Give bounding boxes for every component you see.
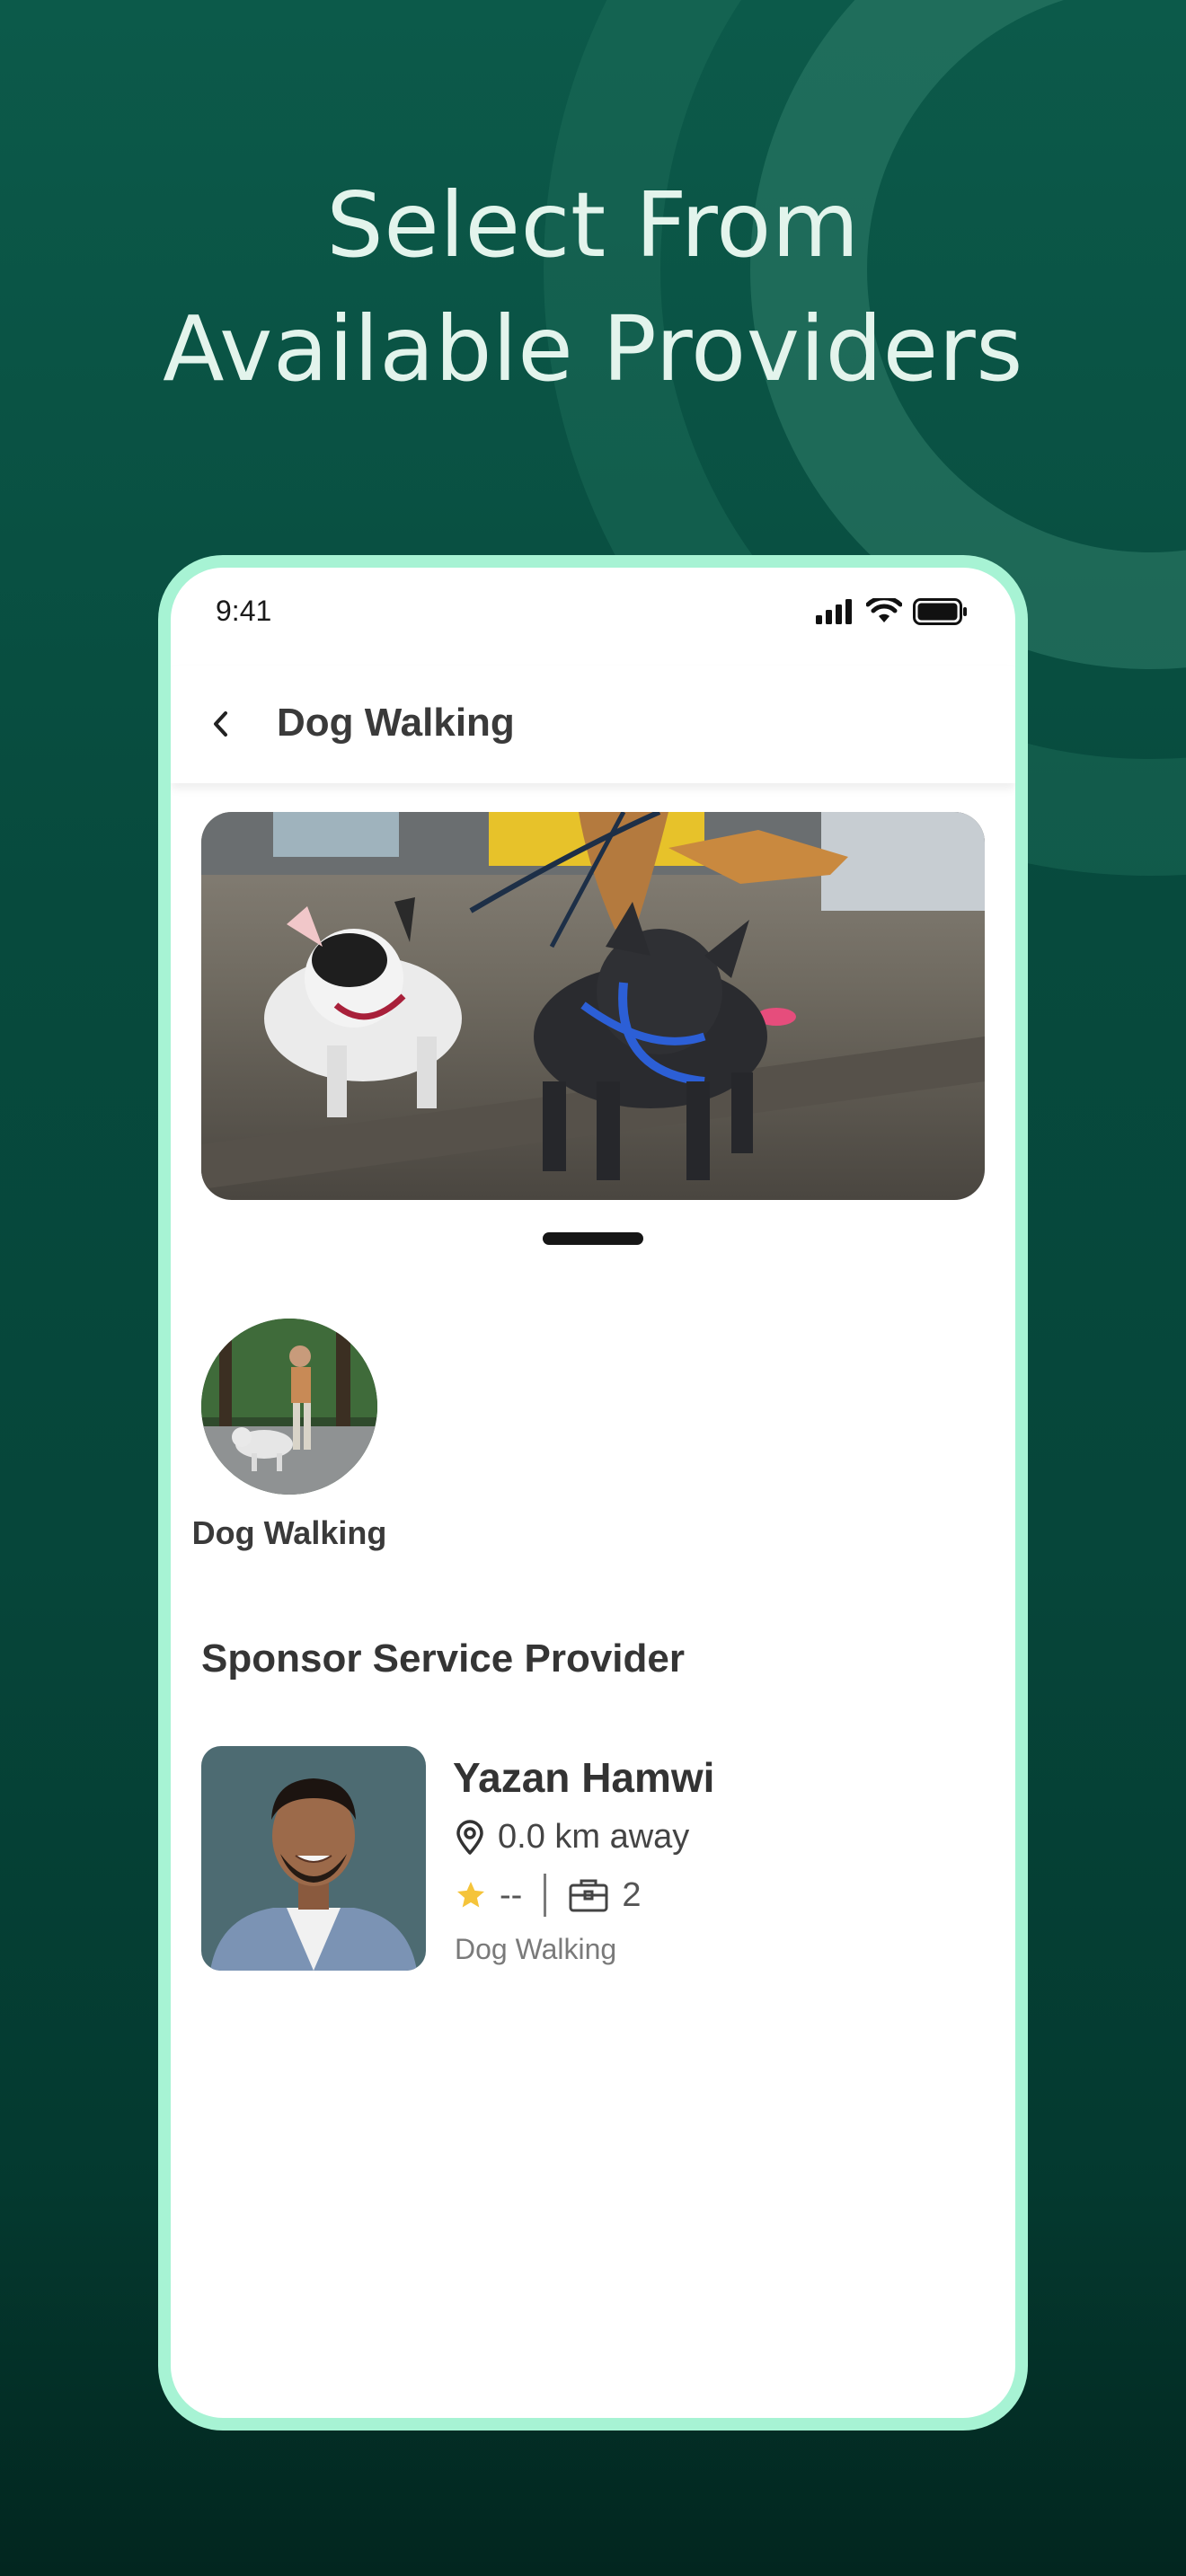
battery-icon	[913, 598, 967, 625]
status-time: 9:41	[216, 595, 272, 627]
location-pin-icon	[456, 1819, 483, 1855]
status-icons	[816, 598, 969, 625]
back-button[interactable]	[201, 704, 241, 744]
provider-avatar	[201, 1746, 426, 1971]
signal-icon	[816, 599, 852, 624]
provider-rating: --	[500, 1875, 523, 1914]
category-avatar	[201, 1319, 377, 1495]
hero-image	[201, 812, 985, 1200]
wifi-icon	[866, 598, 902, 622]
headline-line-2: Available Providers	[163, 296, 1023, 401]
provider-jobs-count: 2	[622, 1875, 642, 1914]
category-label: Dog Walking	[191, 1514, 387, 1551]
headline: Select From Available Providers	[0, 163, 1186, 411]
category-item-dog-walking[interactable]: Dog Walking	[189, 1319, 390, 1552]
provider-portrait-photo	[201, 1746, 426, 1971]
provider-stats-row: -- 2	[455, 1874, 641, 1917]
headline-line-1: Select From	[326, 172, 860, 278]
section-title: Sponsor Service Provider	[201, 1636, 685, 1681]
provider-service: Dog Walking	[455, 1933, 617, 1965]
stat-divider	[544, 1874, 547, 1917]
star-icon	[457, 1882, 484, 1908]
page-title: Dog Walking	[277, 701, 515, 745]
status-bar: 9:41	[171, 568, 1015, 666]
chevron-left-icon	[214, 711, 227, 737]
app-header: Dog Walking	[171, 666, 1015, 783]
briefcase-icon	[569, 1879, 608, 1912]
carousel-pager-indicator[interactable]	[543, 1232, 643, 1245]
provider-name: Yazan Hamwi	[453, 1754, 715, 1801]
provider-distance: 0.0 km away	[498, 1818, 690, 1856]
dogs-on-leash-photo	[201, 812, 985, 1200]
provider-distance-row: 0.0 km away	[455, 1818, 689, 1857]
phone-frame: 9:41 Dog Walking Dog Walking Sponsor Ser…	[158, 555, 1028, 2430]
dog-walker-photo	[201, 1319, 377, 1495]
provider-card[interactable]: Yazan Hamwi 0.0 km away -- 2 Dog Walking	[201, 1746, 985, 1972]
